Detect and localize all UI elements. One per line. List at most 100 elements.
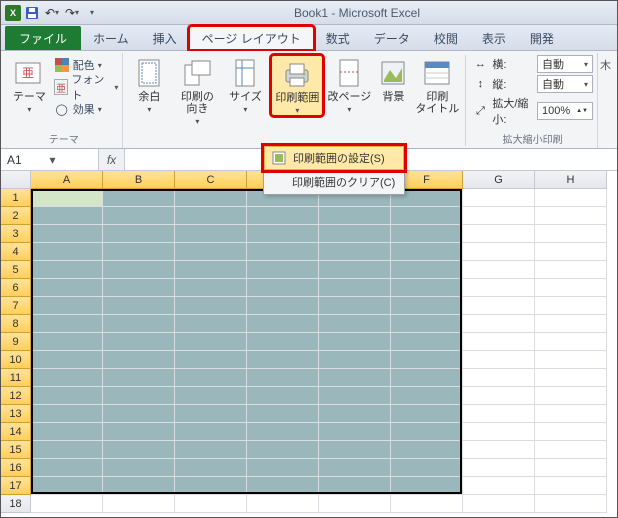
tab-home[interactable]: ホーム (81, 26, 141, 50)
cell[interactable] (247, 207, 319, 225)
cell[interactable] (391, 315, 463, 333)
row-header[interactable]: 14 (1, 423, 31, 441)
cell[interactable] (535, 279, 607, 297)
undo-icon[interactable]: ↶▾ (43, 4, 61, 22)
cell[interactable] (31, 423, 103, 441)
cell[interactable] (31, 477, 103, 495)
cell[interactable] (247, 405, 319, 423)
size-button[interactable]: サイズ▾ (223, 55, 267, 114)
tab-view[interactable]: 表示 (470, 26, 518, 50)
cell[interactable] (535, 477, 607, 495)
clear-print-area-item[interactable]: 印刷範囲のクリア(C) (264, 170, 404, 194)
cell[interactable] (535, 243, 607, 261)
tab-formulas[interactable]: 数式 (314, 26, 362, 50)
cell[interactable] (247, 441, 319, 459)
cell[interactable] (319, 333, 391, 351)
cell[interactable] (103, 423, 175, 441)
cell[interactable] (463, 279, 535, 297)
cell[interactable] (31, 441, 103, 459)
cell[interactable] (247, 225, 319, 243)
cell[interactable] (247, 477, 319, 495)
cell[interactable] (463, 315, 535, 333)
col-header[interactable]: C (175, 171, 247, 189)
cell[interactable] (175, 387, 247, 405)
cell[interactable] (391, 225, 463, 243)
row-header[interactable]: 13 (1, 405, 31, 423)
cell[interactable] (247, 387, 319, 405)
cell[interactable] (391, 333, 463, 351)
cell[interactable] (463, 351, 535, 369)
cell[interactable] (31, 279, 103, 297)
cell[interactable] (535, 297, 607, 315)
cell[interactable] (103, 441, 175, 459)
cell[interactable] (103, 315, 175, 333)
row-header[interactable]: 1 (1, 189, 31, 207)
row-header[interactable]: 9 (1, 333, 31, 351)
col-header[interactable]: B (103, 171, 175, 189)
worksheet-grid[interactable]: ABCDEFGH123456789101112131415161718 (1, 171, 617, 517)
width-input[interactable]: 自動▾ (537, 55, 593, 73)
cell[interactable] (463, 243, 535, 261)
cell[interactable] (175, 189, 247, 207)
cell[interactable] (391, 387, 463, 405)
cell[interactable] (31, 243, 103, 261)
cell[interactable] (319, 207, 391, 225)
cell[interactable] (535, 387, 607, 405)
cell[interactable] (319, 351, 391, 369)
cell[interactable] (103, 261, 175, 279)
cell[interactable] (391, 459, 463, 477)
cell[interactable] (247, 423, 319, 441)
row-header[interactable]: 3 (1, 225, 31, 243)
cell[interactable] (103, 225, 175, 243)
cell[interactable] (175, 459, 247, 477)
cell[interactable] (175, 333, 247, 351)
cell[interactable] (175, 261, 247, 279)
cell[interactable] (391, 423, 463, 441)
cell[interactable] (31, 369, 103, 387)
cell[interactable] (103, 351, 175, 369)
cell[interactable] (103, 297, 175, 315)
col-header[interactable]: G (463, 171, 535, 189)
row-header[interactable]: 12 (1, 387, 31, 405)
cell[interactable] (175, 441, 247, 459)
scale-input[interactable]: 100%▲▼ (537, 102, 593, 120)
cell[interactable] (31, 261, 103, 279)
cell[interactable] (31, 495, 103, 513)
cell[interactable] (535, 495, 607, 513)
cell[interactable] (319, 261, 391, 279)
cell[interactable] (247, 261, 319, 279)
cell[interactable] (175, 477, 247, 495)
cell[interactable] (463, 225, 535, 243)
cell[interactable] (247, 369, 319, 387)
cell[interactable] (463, 297, 535, 315)
row-header[interactable]: 16 (1, 459, 31, 477)
cell[interactable] (103, 405, 175, 423)
cell[interactable] (535, 333, 607, 351)
row-header[interactable]: 10 (1, 351, 31, 369)
cell[interactable] (463, 459, 535, 477)
cell[interactable] (103, 189, 175, 207)
cell[interactable] (103, 243, 175, 261)
cell[interactable] (247, 495, 319, 513)
cell[interactable] (175, 423, 247, 441)
cell[interactable] (535, 189, 607, 207)
cell[interactable] (535, 423, 607, 441)
cell[interactable] (175, 405, 247, 423)
cell[interactable] (319, 297, 391, 315)
row-header[interactable]: 6 (1, 279, 31, 297)
cell[interactable] (319, 477, 391, 495)
cell[interactable] (175, 207, 247, 225)
fonts-button[interactable]: 亜フォント▾ (54, 77, 119, 97)
set-print-area-item[interactable]: 印刷範囲の設定(S) (264, 146, 404, 170)
cell[interactable] (103, 207, 175, 225)
cell[interactable] (103, 477, 175, 495)
cell[interactable] (391, 495, 463, 513)
cell[interactable] (535, 441, 607, 459)
cell[interactable] (391, 441, 463, 459)
cell[interactable] (31, 333, 103, 351)
cell[interactable] (31, 315, 103, 333)
qat-customize-icon[interactable]: ▾ (83, 4, 101, 22)
cell[interactable] (391, 405, 463, 423)
cell[interactable] (535, 225, 607, 243)
cell[interactable] (175, 243, 247, 261)
